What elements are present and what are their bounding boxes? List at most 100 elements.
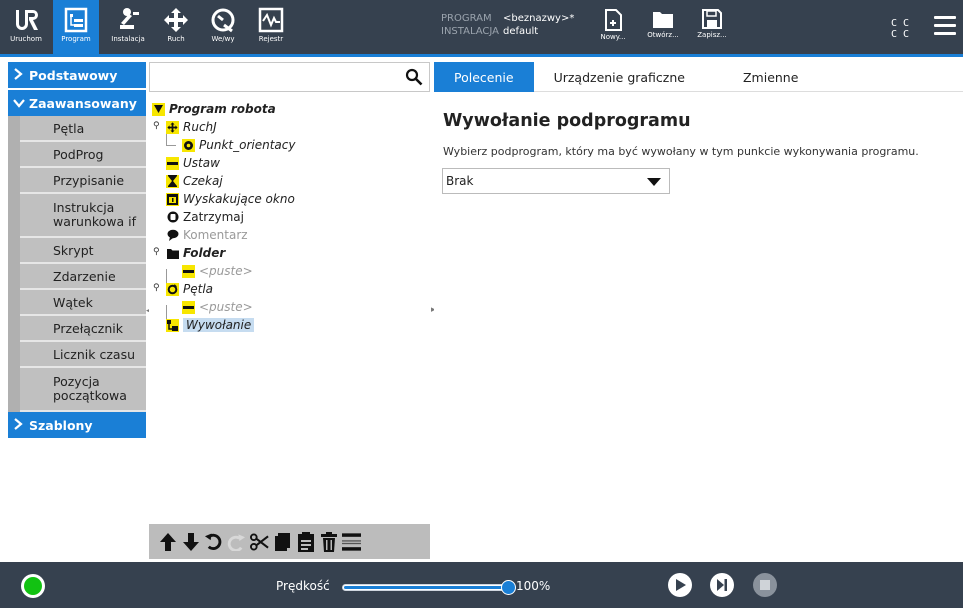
tree-node-root[interactable]: Program robota — [152, 100, 276, 118]
open-program-button[interactable]: Otwórz... — [643, 0, 683, 56]
program-tree-panel: Program robota ⚲ RuchJ Punkt_orientacy U… — [149, 62, 430, 559]
new-program-label: Nowy... — [600, 33, 626, 41]
step-button[interactable] — [710, 573, 734, 597]
advanced-item-subprog[interactable]: PodProg — [20, 142, 146, 168]
advanced-item-label: PodProg — [53, 146, 104, 162]
advanced-item-home[interactable]: Pozycja początkowa — [20, 368, 146, 412]
category-advanced[interactable]: Zaawansowany — [8, 90, 146, 116]
tree-node-movej[interactable]: RuchJ — [166, 118, 217, 136]
move-arrows-icon — [164, 8, 188, 32]
folder-icon — [166, 247, 179, 260]
advanced-item-event[interactable]: Zdarzenie — [20, 264, 146, 290]
new-program-button[interactable]: Nowy... — [596, 0, 630, 56]
suppress-icon[interactable] — [342, 530, 361, 554]
nav-move-button[interactable]: Ruch — [158, 0, 194, 56]
advanced-item-label: Przypisanie — [53, 172, 125, 188]
open-program-label: Otwórz... — [647, 31, 679, 39]
tab-label: Urządzenie graficzne — [553, 69, 685, 85]
search-icon[interactable] — [405, 68, 423, 86]
speed-value: 100% — [516, 579, 551, 593]
tree-node-label: <puste> — [199, 264, 253, 278]
tree-node-loop[interactable]: Pętla — [166, 280, 213, 298]
page-title: Wywołanie podprogramu — [443, 111, 691, 131]
copy-icon[interactable] — [273, 530, 292, 554]
nav-log-button[interactable]: Rejestr — [252, 0, 290, 56]
category-templates[interactable]: Szablony — [8, 412, 146, 438]
delete-icon[interactable] — [319, 530, 338, 554]
tree-search-input[interactable] — [149, 62, 430, 92]
advanced-item-script[interactable]: Skrypt — [20, 238, 146, 264]
nav-io-button[interactable]: We/wy — [203, 0, 243, 56]
advanced-item-if[interactable]: Instrukcja warunkowa if — [20, 194, 146, 238]
nav-installation-label: Instalacja — [111, 35, 145, 43]
advanced-item-label: Pętla — [53, 120, 85, 136]
category-basic[interactable]: Podstawowy — [8, 62, 146, 88]
nav-run-button[interactable]: Uruchom — [6, 0, 46, 56]
tab-variables[interactable]: Zmienne — [723, 62, 818, 92]
play-button[interactable] — [668, 573, 692, 597]
advanced-item-switch[interactable]: Przełącznik — [20, 316, 146, 342]
cut-icon[interactable] — [250, 530, 269, 554]
folder-open-icon — [653, 12, 673, 28]
paste-icon[interactable] — [296, 530, 315, 554]
speed-slider-handle[interactable] — [501, 580, 516, 595]
call-subprogram-icon — [166, 318, 179, 332]
triangle-down-icon — [152, 102, 165, 116]
save-program-button[interactable]: Zapisz... — [695, 0, 729, 56]
tree-node-call[interactable]: Wywołanie — [166, 316, 255, 334]
chevron-right-icon — [13, 67, 29, 83]
category-advanced-label: Zaawansowany — [29, 95, 137, 111]
advanced-items-list: Pętla PodProg Przypisanie Instrukcja war… — [8, 116, 146, 412]
move-arrows-icon — [166, 120, 179, 134]
advanced-item-timer[interactable]: Licznik czasu — [20, 342, 146, 368]
advanced-item-assignment[interactable]: Przypisanie — [20, 168, 146, 194]
chevron-down-icon — [13, 96, 29, 111]
set-icon — [166, 156, 179, 170]
subprogram-select[interactable]: Brak — [442, 168, 670, 194]
io-gauge-icon — [211, 8, 235, 33]
nav-log-label: Rejestr — [258, 35, 284, 43]
speed-slider[interactable] — [342, 580, 516, 595]
hamburger-menu-icon[interactable] — [934, 16, 956, 36]
advanced-item-label: Licznik czasu — [53, 346, 136, 362]
tab-graphics[interactable]: Urządzenie graficzne — [534, 62, 723, 92]
move-up-icon[interactable] — [158, 530, 177, 554]
tree-node-comment[interactable]: Komentarz — [166, 226, 248, 244]
tree-node-loop-empty[interactable]: <puste> — [182, 298, 253, 316]
bottom-bar: Prędkość 100% — [0, 562, 963, 608]
move-down-icon[interactable] — [181, 530, 200, 554]
tab-label: Polecenie — [454, 69, 514, 85]
speed-slider-fill — [344, 586, 510, 589]
program-tree-icon — [64, 7, 88, 33]
nav-program-button[interactable]: Program — [53, 0, 99, 56]
tree-node-waypoint[interactable]: Punkt_orientacy — [182, 136, 295, 154]
tree-node-set[interactable]: Ustaw — [166, 154, 220, 172]
advanced-item-loop[interactable]: Pętla — [20, 116, 146, 142]
tree-node-popup[interactable]: Wyskakujące okno — [166, 190, 295, 208]
tree-node-wait[interactable]: Czekaj — [166, 172, 223, 190]
stop-button[interactable] — [753, 573, 777, 597]
save-icon — [702, 9, 722, 29]
halt-hand-icon — [166, 211, 179, 224]
tree-node-label: Folder — [183, 246, 226, 260]
nav-installation-button[interactable]: Instalacja — [106, 0, 150, 56]
tree-node-halt[interactable]: Zatrzymaj — [166, 208, 244, 226]
tree-node-label: Czekaj — [183, 174, 223, 188]
tree-node-folder-empty[interactable]: <puste> — [182, 262, 253, 280]
nav-run-label: Uruchom — [10, 35, 42, 43]
empty-slot-icon — [182, 300, 195, 314]
redo-icon[interactable] — [227, 530, 246, 554]
waypoint-icon — [182, 138, 195, 152]
power-status-icon[interactable] — [21, 574, 45, 598]
subprogram-select-value: Brak — [446, 174, 474, 188]
advanced-item-label: Instrukcja warunkowa if — [53, 200, 137, 229]
tree-node-label: RuchJ — [183, 120, 217, 134]
comment-bubble-icon — [166, 229, 179, 242]
command-panel: Polecenie Urządzenie graficzne Zmienne W… — [434, 62, 963, 559]
advanced-item-label: Skrypt — [53, 242, 94, 258]
tab-command[interactable]: Polecenie — [434, 62, 534, 92]
undo-icon[interactable] — [204, 530, 223, 554]
advanced-item-label: Wątek — [53, 294, 93, 310]
tree-node-folder[interactable]: Folder — [166, 244, 225, 262]
advanced-item-thread[interactable]: Wątek — [20, 290, 146, 316]
